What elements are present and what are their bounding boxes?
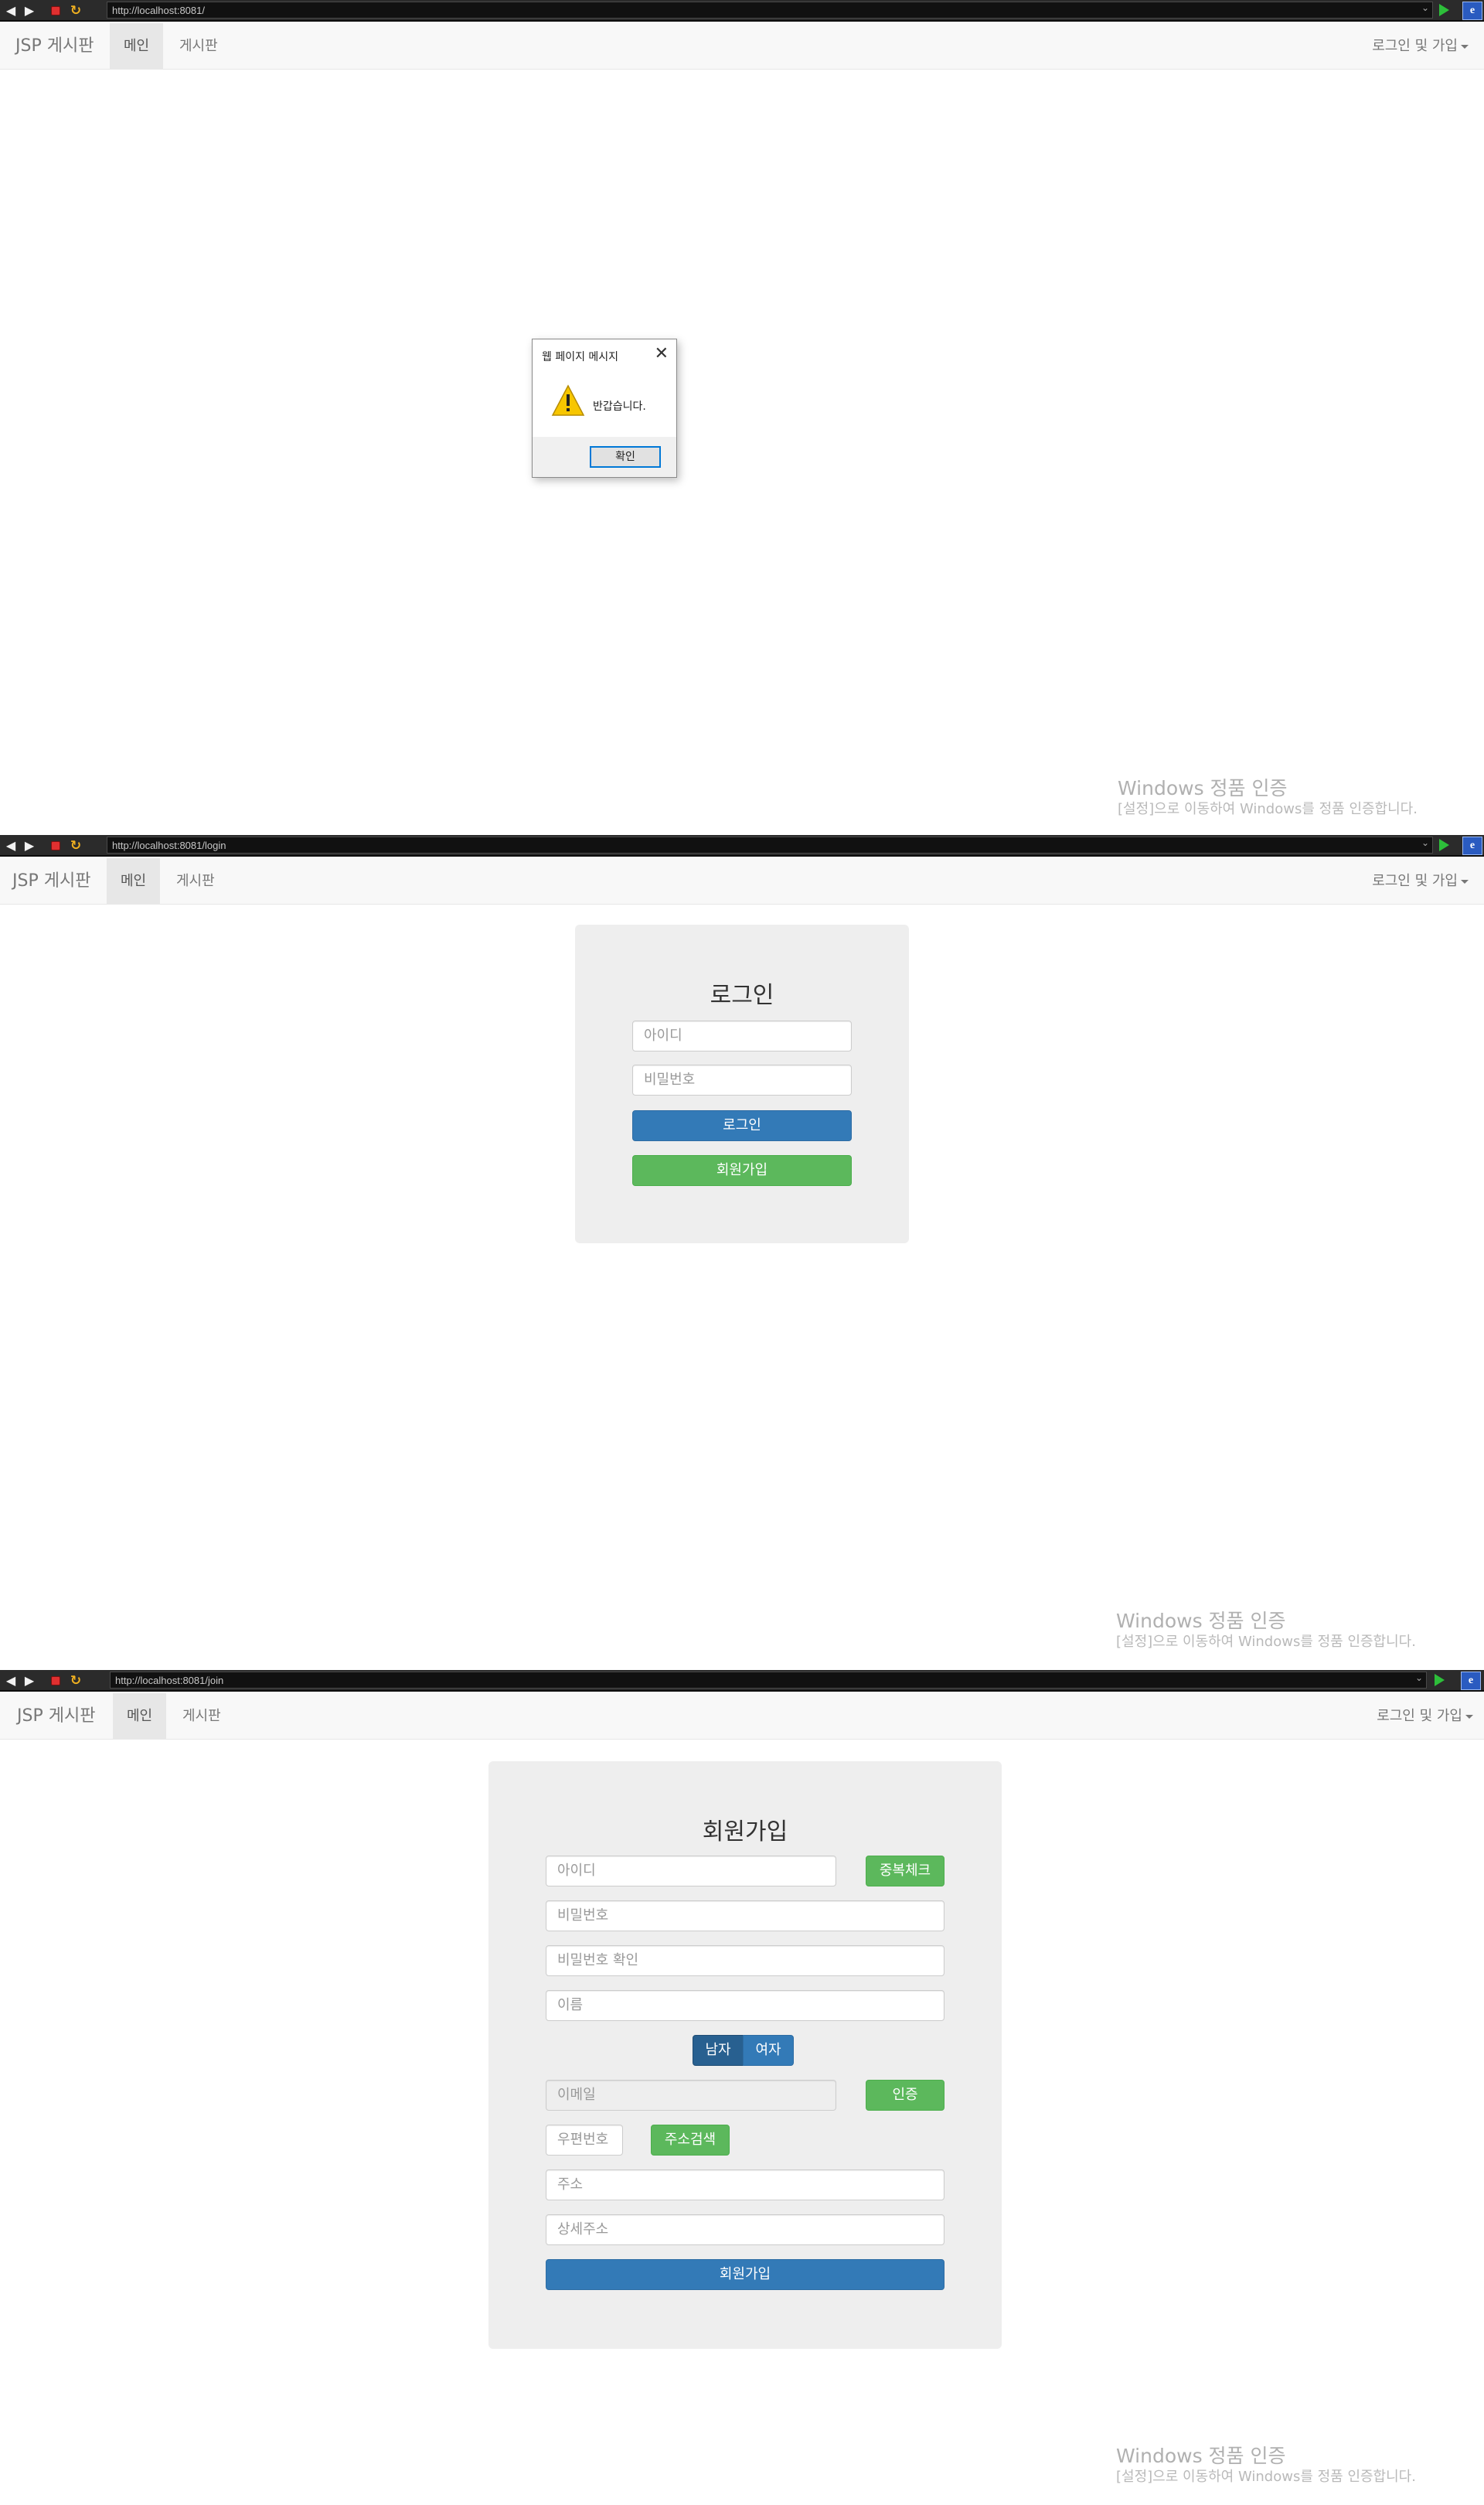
gender-female-button[interactable]: 여자: [743, 2035, 794, 2066]
nav-item-board[interactable]: 게시판: [162, 858, 229, 905]
back-icon[interactable]: ◀: [3, 3, 19, 19]
navbar: JSP 게시판 메인 게시판 로그인 및 가입: [0, 23, 1484, 70]
stop-icon[interactable]: [48, 3, 63, 19]
stop-icon[interactable]: [48, 838, 63, 854]
address-text: http://localhost:8081/login: [112, 840, 226, 851]
navbar: JSP 게시판 메인 게시판 로그인 및 가입: [0, 858, 1484, 905]
nav-item-main[interactable]: 메인: [107, 858, 161, 905]
nav-item-board[interactable]: 게시판: [165, 23, 232, 70]
navbar: JSP 게시판 메인 게시판 로그인 및 가입: [0, 1693, 1484, 1740]
login-password-input[interactable]: 비밀번호: [632, 1065, 852, 1096]
join-email-input[interactable]: 이메일: [546, 2080, 836, 2111]
chevron-down-icon[interactable]: ⌄: [1421, 2, 1429, 13]
detail-address-input[interactable]: 상세주소: [546, 2214, 945, 2245]
alert-dialog: 웹 페이지 메시지 ✕ 반갑습니다. 확인: [532, 339, 677, 478]
forward-icon[interactable]: ▶: [22, 838, 37, 854]
zipcode-input[interactable]: 우편번호: [546, 2125, 623, 2156]
watermark-title: Windows 정품 인증: [1116, 1610, 1286, 1632]
address-text: http://localhost:8081/: [112, 5, 205, 16]
ie-icon[interactable]: e: [1462, 2, 1482, 20]
join-page-screen: ◀ ▶ ↻ http://localhost:8081/join ⌄ e JSP…: [0, 1670, 1484, 2505]
watermark-title: Windows 정품 인증: [1118, 777, 1288, 799]
main-page-screen: ◀ ▶ ↻ http://localhost:8081/ ⌄ e JSP 게시판…: [0, 0, 1484, 835]
caret-down-icon: [1461, 879, 1469, 884]
login-jumbotron: 로그인 아이디 비밀번호 로그인 회원가입: [575, 925, 909, 1243]
join-password-confirm-input[interactable]: 비밀번호 확인: [546, 1945, 945, 1976]
join-password-input[interactable]: 비밀번호: [546, 1900, 945, 1931]
login-page-screen: ◀ ▶ ↻ http://localhost:8081/login ⌄ e JS…: [0, 835, 1484, 1670]
browser-toolbar: ◀ ▶ ↻ http://localhost:8081/login ⌄ e: [0, 835, 1484, 857]
watermark-subtitle: [설정]으로 이동하여 Windows를 정품 인증합니다.: [1116, 2469, 1416, 2485]
join-title: 회원가입: [702, 1818, 788, 1846]
navbar-brand[interactable]: JSP 게시판: [17, 1693, 95, 1740]
watermark-subtitle: [설정]으로 이동하여 Windows를 정품 인증합니다.: [1116, 1634, 1416, 1650]
navbar-brand[interactable]: JSP 게시판: [12, 858, 90, 905]
stop-icon[interactable]: [48, 1673, 63, 1689]
back-icon[interactable]: ◀: [3, 1673, 19, 1689]
refresh-icon[interactable]: ↻: [68, 838, 83, 854]
address-input[interactable]: 주소: [546, 2169, 945, 2200]
forward-icon[interactable]: ▶: [22, 3, 37, 19]
close-icon[interactable]: ✕: [655, 344, 669, 363]
ie-icon[interactable]: e: [1462, 837, 1482, 855]
go-icon[interactable]: [1439, 839, 1449, 851]
dropdown-label: 로그인 및 가입: [1377, 1708, 1462, 1724]
login-join-dropdown[interactable]: 로그인 및 가입: [1372, 23, 1469, 70]
join-submit-button[interactable]: 회원가입: [546, 2259, 945, 2290]
login-join-dropdown[interactable]: 로그인 및 가입: [1372, 858, 1469, 905]
watermark-subtitle: [설정]으로 이동하여 Windows를 정품 인증합니다.: [1118, 801, 1418, 817]
refresh-icon[interactable]: ↻: [68, 1673, 83, 1689]
nav-item-board[interactable]: 게시판: [168, 1693, 235, 1740]
refresh-icon[interactable]: ↻: [68, 3, 83, 19]
dropdown-label: 로그인 및 가입: [1372, 38, 1458, 54]
watermark-title: Windows 정품 인증: [1116, 2445, 1286, 2467]
browser-toolbar: ◀ ▶ ↻ http://localhost:8081/join ⌄ e: [0, 1670, 1484, 1692]
login-join-dropdown[interactable]: 로그인 및 가입: [1377, 1693, 1473, 1740]
forward-icon[interactable]: ▶: [22, 1673, 37, 1689]
chevron-down-icon[interactable]: ⌄: [1415, 1672, 1423, 1683]
caret-down-icon: [1461, 44, 1469, 49]
signup-button[interactable]: 회원가입: [632, 1155, 852, 1186]
duplicate-check-button[interactable]: 중복체크: [866, 1856, 945, 1886]
ok-button[interactable]: 확인: [590, 446, 661, 468]
address-text: http://localhost:8081/join: [115, 1675, 224, 1686]
navbar-brand[interactable]: JSP 게시판: [15, 23, 94, 70]
browser-toolbar: ◀ ▶ ↻ http://localhost:8081/ ⌄ e: [0, 0, 1484, 22]
dialog-footer: 확인: [533, 437, 676, 477]
address-bar[interactable]: http://localhost:8081/ ⌄: [107, 2, 1433, 19]
caret-down-icon: [1465, 1714, 1473, 1719]
back-icon[interactable]: ◀: [3, 838, 19, 854]
ie-icon[interactable]: e: [1461, 1672, 1481, 1690]
nav-item-main[interactable]: 메인: [110, 23, 164, 70]
address-bar[interactable]: http://localhost:8081/login ⌄: [107, 837, 1433, 854]
nav-item-main[interactable]: 메인: [113, 1693, 167, 1740]
go-icon[interactable]: [1435, 1674, 1445, 1686]
address-search-button[interactable]: 주소검색: [651, 2125, 730, 2156]
verify-button[interactable]: 인증: [866, 2080, 945, 2111]
chevron-down-icon[interactable]: ⌄: [1421, 837, 1429, 848]
login-title: 로그인: [710, 982, 774, 1009]
dialog-message: 반갑습니다.: [593, 400, 646, 413]
address-bar[interactable]: http://localhost:8081/join ⌄: [110, 1672, 1427, 1689]
gender-male-button[interactable]: 남자: [693, 2035, 744, 2066]
join-name-input[interactable]: 이름: [546, 1990, 945, 2021]
login-id-input[interactable]: 아이디: [632, 1021, 852, 1051]
dialog-title: 웹 페이지 메시지: [542, 351, 619, 363]
warning-icon: [551, 384, 585, 416]
login-button[interactable]: 로그인: [632, 1110, 852, 1141]
dropdown-label: 로그인 및 가입: [1372, 873, 1458, 889]
go-icon[interactable]: [1439, 4, 1449, 16]
join-id-input[interactable]: 아이디: [546, 1856, 836, 1886]
join-jumbotron: 회원가입 아이디 중복체크 비밀번호 비밀번호 확인 이름 남자 여자 이메일 …: [488, 1761, 1002, 2349]
